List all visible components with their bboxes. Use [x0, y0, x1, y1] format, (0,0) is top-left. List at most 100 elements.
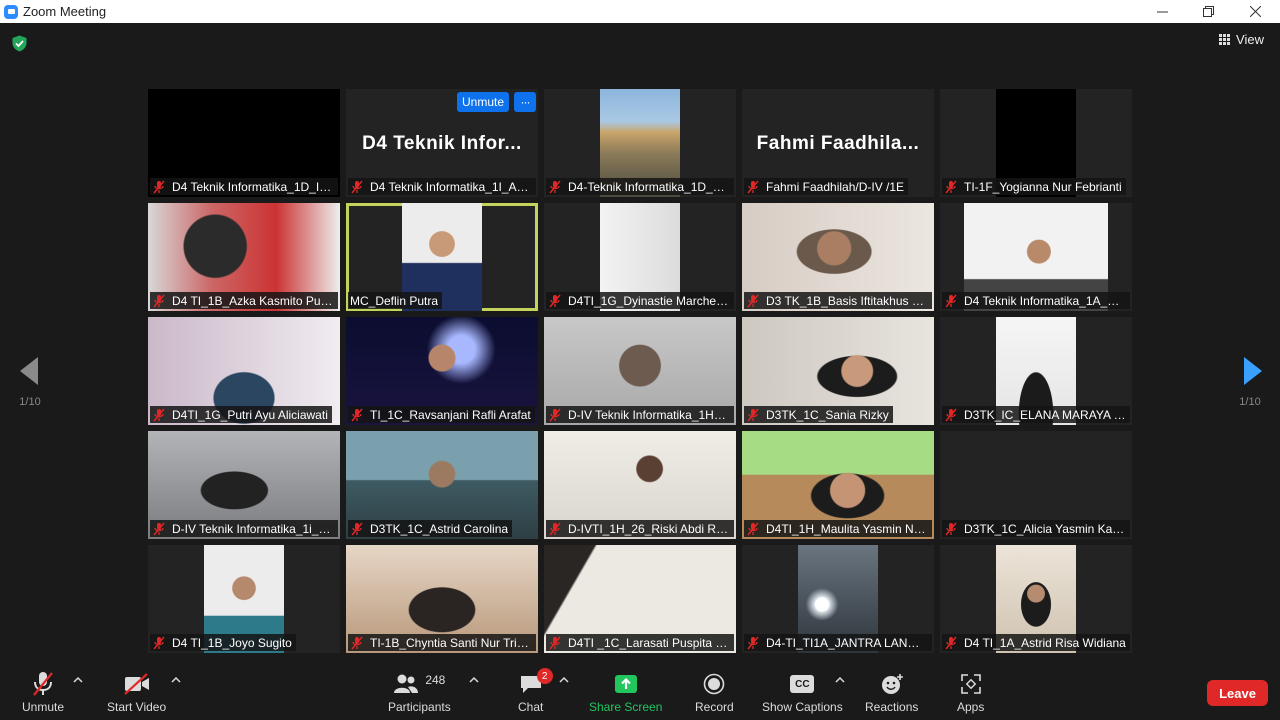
participant-name-label: D-IV Teknik Informatika_1H_...: [546, 406, 734, 423]
participant-tile[interactable]: D-IVTI_1H_26_Riski Abdi Rah...: [544, 431, 736, 539]
participants-count: 248: [425, 673, 446, 687]
participant-tile[interactable]: D-IV Teknik Informatika_1i_Y...: [148, 431, 340, 539]
record-icon: [703, 670, 725, 698]
participant-tile[interactable]: TI-1B_Chyntia Santi Nur Tris...: [346, 545, 538, 653]
restore-icon: [1202, 6, 1214, 17]
view-button[interactable]: View: [1219, 32, 1264, 47]
participant-tile[interactable]: D4-TI_TI1A_JANTRA LANG L...: [742, 545, 934, 653]
muted-mic-icon: [746, 522, 760, 536]
participant-name-label: D3TK_1C_Alicia Yasmin Kais...: [942, 520, 1130, 537]
close-button[interactable]: [1232, 0, 1278, 23]
participant-tile[interactable]: MC_Deflin Putra: [346, 203, 538, 311]
participant-name: TI-1B_Chyntia Santi Nur Tris...: [370, 635, 532, 650]
participant-tile[interactable]: D3TK_1C_Alicia Yasmin Kais...: [940, 431, 1132, 539]
share-screen-button[interactable]: Share Screen: [589, 670, 662, 714]
participant-tile[interactable]: D3TK_1C_Astrid Carolina: [346, 431, 538, 539]
video-options-chevron-icon[interactable]: [171, 676, 181, 684]
participant-name-label: D3TK_IC_ELANA MARAYA P...: [942, 406, 1130, 423]
minimize-button[interactable]: [1139, 0, 1185, 23]
participant-name-label: D4TI_1H_Maulita Yasmin Na...: [744, 520, 932, 537]
next-page-icon[interactable]: [1238, 353, 1268, 389]
participants-options-chevron-icon[interactable]: [469, 676, 479, 684]
restore-button[interactable]: [1185, 0, 1231, 23]
participant-name: TI-1F_Yogianna Nur Febrianti: [964, 179, 1122, 194]
participant-name-label: D3TK_1C_Sania Rizky: [744, 406, 893, 423]
participant-tile[interactable]: D4 TI_1A_Astrid Risa Widiana: [940, 545, 1132, 653]
participant-name: D-IV Teknik Informatika_1i_Y...: [172, 521, 334, 536]
reactions-smiley-icon: [880, 670, 904, 698]
participants-icon: [394, 674, 419, 693]
participant-name: D3TK_IC_ELANA MARAYA P...: [964, 407, 1126, 422]
muted-mic-icon: [944, 408, 958, 422]
participant-tile[interactable]: D3TK_1C_Sania Rizky: [742, 317, 934, 425]
tile-more-options-button[interactable]: ···: [514, 92, 536, 112]
show-captions-button[interactable]: CC Show Captions: [762, 670, 843, 714]
participant-tile[interactable]: Fahmi Faadhila... Fahmi Faadhilah/D-IV /1…: [742, 89, 934, 197]
participants-label: Participants: [388, 700, 451, 714]
muted-mic-icon: [944, 636, 958, 650]
share-screen-label: Share Screen: [589, 700, 663, 714]
page-indicator-left: 1/10: [19, 396, 41, 408]
participant-name: TI_1C_Ravsanjani Rafli Arafat: [370, 407, 531, 422]
participant-name: D-IVTI_1H_26_Riski Abdi Rah...: [568, 521, 730, 536]
participant-tile[interactable]: D3 TK_1B_Basis Iftitakhus Sa...: [742, 203, 934, 311]
participant-tile[interactable]: D4TI_1G_Dyinastie Marcheli...: [544, 203, 736, 311]
participant-name-label: D4TI _1C_Larasati Puspita C...: [546, 634, 734, 651]
participant-name-label: Fahmi Faadhilah/D-IV /1E: [744, 178, 909, 195]
participant-tile[interactable]: D4 Teknik Informatika_1A_By...: [940, 203, 1132, 311]
participant-tile[interactable]: TI-1F_Yogianna Nur Febrianti: [940, 89, 1132, 197]
participant-name-label: D4 TI_1B_Azka Kasmito Putra: [150, 292, 338, 309]
participant-tile[interactable]: D4TI_1G_Putri Ayu Aliciawati: [148, 317, 340, 425]
chat-button[interactable]: 2 Chat: [518, 668, 553, 714]
apps-button[interactable]: Apps: [957, 670, 984, 714]
previous-page-icon[interactable]: [16, 353, 46, 389]
muted-mic-icon: [152, 294, 166, 308]
participant-tile[interactable]: D4 Teknik Informatika_1D_Ih...: [148, 89, 340, 197]
participant-name: D4-TI_TI1A_JANTRA LANG L...: [766, 635, 928, 650]
participant-tile[interactable]: TI_1C_Ravsanjani Rafli Arafat: [346, 317, 538, 425]
tile-unmute-button[interactable]: Unmute: [457, 92, 510, 112]
start-video-label: Start Video: [107, 700, 167, 714]
participant-name: D3TK_1C_Astrid Carolina: [370, 521, 509, 536]
participant-name: D4 Teknik Informatika_1I_AL ...: [370, 179, 532, 194]
participant-tile[interactable]: D-IV Teknik Informatika_1H_...: [544, 317, 736, 425]
participant-name-label: D4 TI_1B_Joyo Sugito: [150, 634, 296, 651]
participant-name-label: D4TI_1G_Putri Ayu Aliciawati: [150, 406, 332, 423]
muted-mic-icon: [548, 636, 562, 650]
participant-name: D-IV Teknik Informatika_1H_...: [568, 407, 730, 422]
participant-name-label: D4 Teknik Informatika_1I_AL ...: [348, 178, 536, 195]
unmute-button[interactable]: Unmute: [22, 670, 64, 714]
participant-tile[interactable]: D4TI _1C_Larasati Puspita C...: [544, 545, 736, 653]
muted-mic-icon: [350, 636, 364, 650]
participant-tile[interactable]: D4-Teknik Informatika_1D_R...: [544, 89, 736, 197]
shield-check-icon[interactable]: [11, 35, 28, 52]
participant-tile[interactable]: D4 Teknik Infor... Unmute ··· D4 Teknik Inf…: [346, 89, 538, 197]
muted-mic-icon: [944, 180, 958, 194]
muted-mic-icon: [944, 522, 958, 536]
meeting-toolbar: Unmute Start Video 248 Participants 2 Ch…: [0, 660, 1280, 720]
muted-mic-icon: [152, 522, 166, 536]
grid-view-icon: [1219, 34, 1231, 45]
reactions-button[interactable]: Reactions: [865, 670, 918, 714]
participant-name-label: D4 Teknik Informatika_1A_By...: [942, 292, 1130, 309]
audio-options-chevron-icon[interactable]: [73, 676, 83, 684]
participant-name: D3TK_1C_Alicia Yasmin Kais...: [964, 521, 1126, 536]
leave-button[interactable]: Leave: [1207, 680, 1268, 706]
participant-name: D4-Teknik Informatika_1D_R...: [568, 179, 730, 194]
participant-tile[interactable]: D4 TI_1B_Joyo Sugito: [148, 545, 340, 653]
participant-name-label: D4 Teknik Informatika_1D_Ih...: [150, 178, 338, 195]
record-button[interactable]: Record: [695, 670, 734, 714]
participant-tile[interactable]: D3TK_IC_ELANA MARAYA P...: [940, 317, 1132, 425]
page-indicator-right: 1/10: [1239, 396, 1261, 408]
participants-button[interactable]: 248 Participants: [388, 670, 451, 714]
chat-options-chevron-icon[interactable]: [559, 676, 569, 684]
participant-tile[interactable]: D4TI_1H_Maulita Yasmin Na...: [742, 431, 934, 539]
muted-mic-icon: [152, 636, 166, 650]
start-video-button[interactable]: Start Video: [107, 670, 166, 714]
participant-name: D4 TI_1B_Azka Kasmito Putra: [172, 293, 334, 308]
participant-name: D3TK_1C_Sania Rizky: [766, 407, 889, 422]
participant-tile[interactable]: D4 TI_1B_Azka Kasmito Putra: [148, 203, 340, 311]
muted-mic-icon: [548, 408, 562, 422]
participant-name-label: D-IV Teknik Informatika_1i_Y...: [150, 520, 338, 537]
captions-options-chevron-icon[interactable]: [835, 676, 845, 684]
